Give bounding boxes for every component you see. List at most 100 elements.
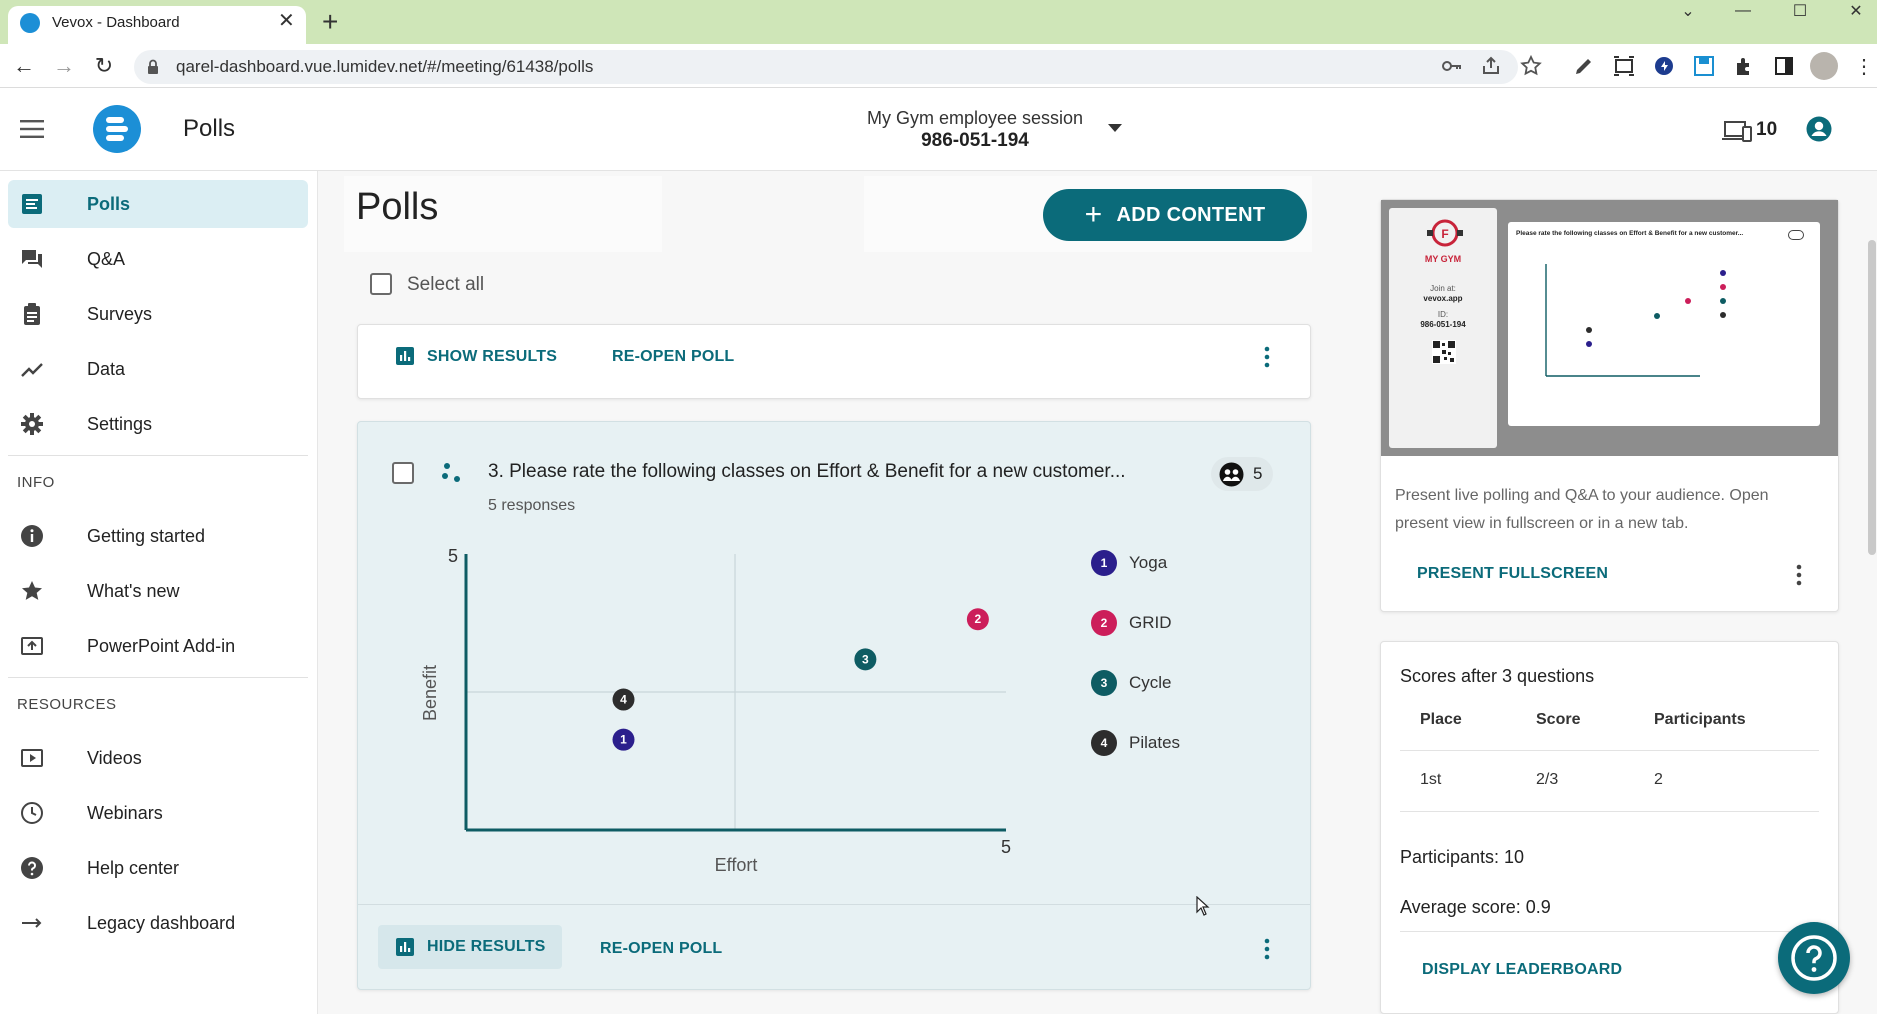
forward-icon[interactable]: → — [50, 52, 78, 80]
hide-results-button[interactable]: HIDE RESULTS — [378, 925, 562, 969]
legend-marker: 2 — [1091, 610, 1117, 636]
scores-title: Scores after 3 questions — [1400, 666, 1595, 686]
scatter-poll-icon — [441, 462, 463, 484]
reopen-poll-button[interactable]: RE-OPEN POLL — [612, 348, 734, 366]
url-text[interactable]: qarel-dashboard.vue.lumidev.net/#/meetin… — [176, 57, 593, 77]
more-options-icon[interactable] — [1264, 346, 1270, 368]
more-options-icon[interactable] — [1796, 564, 1802, 586]
back-icon[interactable]: ← — [10, 52, 38, 80]
session-code: 986-051-194 — [921, 130, 1029, 151]
bar-chart-icon — [396, 938, 414, 956]
legend-marker: 1 — [1091, 550, 1117, 576]
column-header-score: Score — [1536, 711, 1581, 728]
account-icon[interactable] — [1806, 116, 1832, 142]
clock-icon — [20, 801, 44, 825]
sidebar-item-getting-started[interactable]: Getting started — [8, 512, 308, 560]
save-extension-icon[interactable] — [1692, 54, 1716, 78]
participant-count: 5 — [1253, 464, 1263, 483]
poll-select-checkbox[interactable] — [392, 462, 414, 484]
screenshot-extension-icon[interactable] — [1612, 54, 1636, 78]
pen-extension-icon[interactable] — [1572, 54, 1596, 78]
sidepanel-icon[interactable] — [1772, 54, 1796, 78]
sidebar-item-qa[interactable]: Q&A — [8, 235, 308, 283]
shield-extension-icon[interactable] — [1652, 54, 1676, 78]
sidebar-item-label: Help center — [87, 857, 180, 878]
help-icon — [20, 856, 44, 880]
puzzle-extensions-icon[interactable] — [1732, 54, 1756, 78]
sidebar-item-data[interactable]: Data — [8, 345, 308, 393]
lock-icon — [147, 59, 159, 75]
legend-label: Yoga — [1129, 553, 1168, 572]
chevron-down-icon[interactable] — [1108, 124, 1122, 132]
tab-close-icon[interactable]: ✕ — [278, 11, 295, 31]
more-options-icon[interactable] — [1264, 938, 1270, 960]
browser-menu-icon[interactable]: ⋮ — [1854, 54, 1874, 79]
sidebar-item-legacy-dashboard[interactable]: Legacy dashboard — [8, 899, 308, 947]
y-axis-label: Benefit — [420, 665, 440, 721]
qr-code-icon — [1432, 340, 1456, 364]
scores-card — [1380, 641, 1839, 1014]
display-leaderboard-button[interactable]: DISPLAY LEADERBOARD — [1422, 961, 1622, 979]
help-fab-button[interactable] — [1778, 922, 1850, 994]
add-content-button[interactable]: + ADD CONTENT — [1043, 189, 1307, 241]
star-icon — [20, 579, 44, 603]
mouse-cursor-icon — [1196, 896, 1210, 916]
preview-slide-title: Please rate the following classes on Eff… — [1516, 230, 1744, 237]
poll-response-count: 5 responses — [488, 497, 576, 514]
legend-label: Pilates — [1129, 733, 1181, 752]
sidebar-item-whats-new[interactable]: What's new — [8, 567, 308, 615]
vevox-logo-icon[interactable] — [92, 104, 142, 154]
scatter-point-label: 1 — [620, 733, 627, 747]
reopen-poll-button[interactable]: RE-OPEN POLL — [600, 940, 722, 958]
legend-label: Cycle — [1129, 673, 1172, 692]
session-name[interactable]: My Gym employee session — [800, 108, 1150, 129]
select-all-label: Select all — [407, 274, 485, 295]
sidebar-divider — [8, 455, 308, 456]
plus-icon: + — [1084, 198, 1103, 231]
key-icon[interactable] — [1439, 54, 1463, 78]
info-icon — [20, 524, 44, 548]
reload-icon[interactable]: ↻ — [90, 52, 118, 80]
sidebar-item-help-center[interactable]: Help center — [8, 844, 308, 892]
card-divider — [358, 904, 1310, 905]
sidebar-item-settings[interactable]: Settings — [8, 400, 308, 448]
sidebar-item-polls[interactable]: Polls — [8, 180, 308, 228]
average-score: Average score: 0.9 — [1400, 897, 1551, 917]
show-results-button[interactable]: SHOW RESULTS — [427, 348, 557, 366]
sidebar-item-label: Polls — [87, 193, 131, 214]
sidebar-heading-info: INFO — [17, 474, 55, 491]
sidebar-item-label: Videos — [87, 747, 142, 768]
preview-slide: Please rate the following classes on Eff… — [1508, 222, 1820, 426]
legend-item-grid: 2 GRID — [1091, 610, 1172, 636]
minimize-icon[interactable]: — — [1715, 0, 1771, 22]
share-icon[interactable] — [1479, 54, 1503, 78]
tab-search-icon[interactable]: ⌄ — [1660, 0, 1716, 22]
sidebar-item-webinars[interactable]: Webinars — [8, 789, 308, 837]
present-fullscreen-button[interactable]: PRESENT FULLSCREEN — [1417, 565, 1608, 583]
new-tab-icon[interactable]: + — [322, 8, 338, 36]
close-window-icon[interactable]: ✕ — [1828, 0, 1877, 22]
select-all-checkbox[interactable] — [370, 273, 392, 295]
table-cell-score: 2/3 — [1536, 771, 1559, 788]
gear-icon — [20, 412, 44, 436]
poll-question-title[interactable]: 3. Please rate the following classes on … — [488, 461, 1126, 483]
sidebar-item-surveys[interactable]: Surveys — [8, 290, 308, 338]
sidebar-item-label: Data — [87, 358, 126, 379]
sidebar-item-label: Legacy dashboard — [87, 912, 236, 933]
hamburger-menu-icon[interactable] — [20, 120, 44, 138]
sidebar-item-videos[interactable]: Videos — [8, 734, 308, 782]
sidebar-heading-resources: RESOURCES — [17, 696, 117, 713]
table-cell-place: 1st — [1420, 771, 1442, 788]
sidebar-item-label: What's new — [87, 580, 180, 601]
present-description: Present live polling and Q&A to your aud… — [1395, 487, 1769, 532]
table-divider — [1400, 811, 1819, 812]
sidebar-item-powerpoint[interactable]: PowerPoint Add-in — [8, 622, 308, 670]
polls-heading: Polls — [356, 186, 439, 228]
star-bookmark-icon[interactable] — [1519, 54, 1543, 78]
sidebar-item-label: PowerPoint Add-in — [87, 635, 236, 656]
maximize-icon[interactable]: ☐ — [1772, 0, 1828, 22]
profile-avatar[interactable] — [1810, 52, 1838, 80]
page-scrollbar[interactable] — [1868, 240, 1876, 555]
add-content-label: ADD CONTENT — [1116, 203, 1266, 226]
gym-logo-icon: F — [1425, 218, 1465, 252]
